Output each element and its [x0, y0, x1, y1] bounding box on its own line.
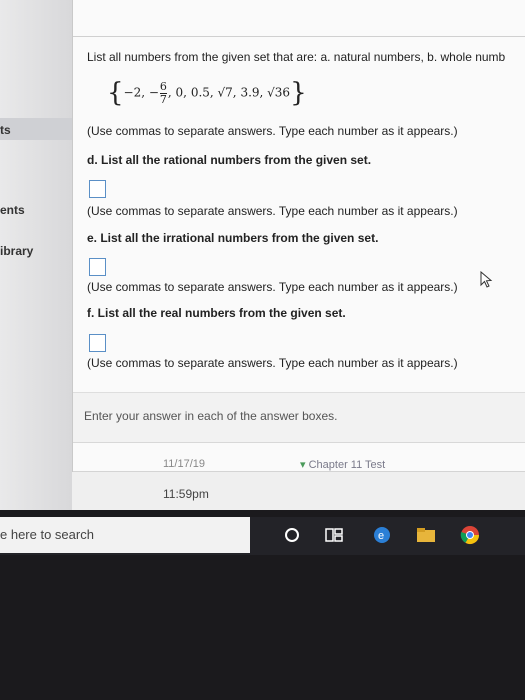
due-date: 11/17/19 [163, 458, 206, 470]
question-part-e: e. List all the irrational numbers from … [87, 231, 379, 245]
question-part-f: f. List all the real numbers from the gi… [87, 306, 346, 320]
cortana-icon[interactable] [280, 523, 304, 547]
chapter-label: Chapter 11 Test [308, 459, 386, 471]
question-panel: List all numbers from the given set that… [72, 0, 525, 472]
answer-box-d[interactable] [89, 180, 106, 198]
sidebar-item-label[interactable]: ibrary [0, 244, 33, 258]
sidebar-item-label[interactable]: ents [0, 203, 25, 217]
sidebar-item-label[interactable]: ts [0, 123, 11, 137]
due-time: 11:59pm [163, 487, 209, 501]
hint-text: Enter your answer in each of the answer … [84, 409, 338, 423]
mouse-cursor-icon [480, 271, 493, 288]
set-items-rest: , 0, 0.5, √7, 3.9, √36 [167, 85, 291, 100]
file-explorer-icon[interactable] [414, 523, 438, 547]
chapter-triangle-icon: ▾ [300, 459, 306, 471]
instruction-text: (Use commas to separate answers. Type ea… [87, 204, 458, 218]
fraction-denominator: 7 [159, 92, 167, 106]
chapter-link[interactable]: ▾ Chapter 11 Test [300, 458, 385, 471]
fraction-numerator: 6 [159, 79, 167, 94]
sidebar: ts ents ibrary [0, 0, 72, 510]
chrome-icon[interactable] [458, 523, 482, 547]
task-view-icon[interactable] [322, 523, 346, 547]
divider [73, 36, 525, 37]
set-open-brace: { [107, 78, 124, 108]
edge-icon[interactable]: e [370, 523, 394, 547]
set-close-brace: } [290, 78, 307, 108]
instruction-text: (Use commas to separate answers. Type ea… [87, 356, 458, 370]
instruction-text: (Use commas to separate answers. Type ea… [87, 280, 458, 294]
divider [73, 442, 525, 443]
search-placeholder: e here to search [0, 527, 94, 542]
set-items-start: −2, − [123, 85, 159, 100]
answer-box-f[interactable] [89, 334, 106, 352]
assignment-footer [72, 472, 525, 510]
answer-box-e[interactable] [89, 258, 106, 276]
svg-text:e: e [378, 530, 384, 542]
set-fraction: 67 [159, 79, 167, 106]
question-header: List all numbers from the given set that… [87, 50, 506, 64]
question-part-d: d. List all the rational numbers from th… [87, 153, 372, 167]
instruction-text: (Use commas to separate answers. Type ea… [87, 124, 458, 138]
number-set: {−2, −6 7, 0, 0.5, √7, 3.9, √36} [107, 78, 307, 108]
hint-bar: Enter your answer in each of the answer … [73, 392, 525, 443]
